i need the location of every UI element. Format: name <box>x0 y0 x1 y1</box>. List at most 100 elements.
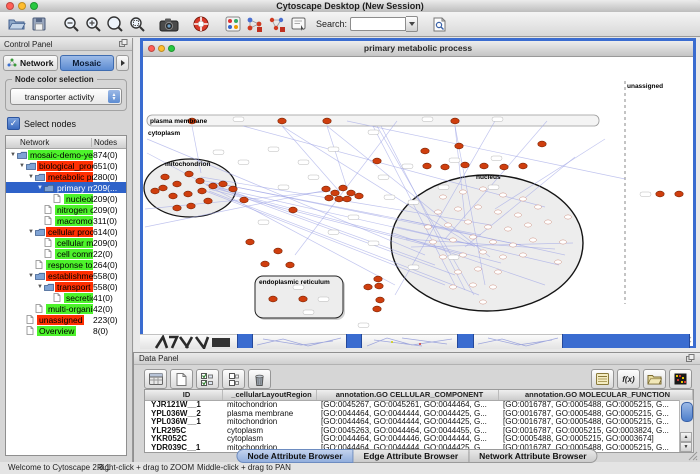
column-header-id[interactable]: ID <box>145 390 223 400</box>
tab-network[interactable]: Network <box>3 55 58 71</box>
tab-edge-attribute-browser[interactable]: Edge Attribute Browser <box>354 449 470 463</box>
search-config-icon[interactable] <box>428 14 450 34</box>
table-row-ypl036w-1[interactable]: YPL036W__1mitochondrion[GO:0044464, GO:0… <box>145 418 693 427</box>
tree-row-biological-process[interactable]: ▼biological_process651(0) <box>6 160 126 171</box>
disclosure-triangle-icon[interactable]: ▼ <box>36 284 44 290</box>
save-icon[interactable] <box>28 14 50 34</box>
help-lifebuoy-icon[interactable] <box>190 14 212 34</box>
tree-node-label: biological_process <box>37 161 93 171</box>
disclosure-triangle-icon[interactable]: ▼ <box>27 174 35 180</box>
node-selected <box>286 262 294 268</box>
disclosure-triangle-icon[interactable]: ▼ <box>9 152 17 158</box>
cytoscape-window: Cytoscape Desktop (New Session) <box>0 0 700 474</box>
plugin-network-a-icon[interactable] <box>244 14 266 34</box>
node-selected <box>455 143 463 149</box>
select-all-attributes-icon[interactable] <box>196 369 219 389</box>
table-row-ypl036w-2[interactable]: YPL036W__2plasma membrane[GO:0044464, GO… <box>145 410 693 419</box>
more-tabs-arrow-icon[interactable] <box>116 55 129 71</box>
tree-row-response-to-stimul[interactable]: response to stimul264(0) <box>6 259 126 270</box>
tree-row-mosaic-demo-yeast[interactable]: ▼mosaic-demo-yeast874(0) <box>6 149 126 160</box>
tree-row-unassigned[interactable]: unassigned223(0) <box>6 314 126 325</box>
control-panel-title: Control Panel <box>4 40 52 49</box>
tree-row-cell-communicat[interactable]: cell communicat22(0) <box>6 248 126 259</box>
disclosure-triangle-icon[interactable]: ▼ <box>27 229 35 235</box>
disclosure-triangle-icon[interactable]: ▼ <box>27 273 35 279</box>
attribute-table[interactable]: ID_cellularLayoutRegionannotation.GO CEL… <box>144 389 694 453</box>
table-scrollbar[interactable]: ▲ ▼ <box>679 400 693 452</box>
snapshot-camera-icon[interactable] <box>158 14 180 34</box>
node-unselected <box>510 243 517 247</box>
tree-row-nucleobase[interactable]: nucleobase-209(0) <box>6 193 126 204</box>
node-unselected <box>470 283 477 287</box>
tree-row-macromolecule[interactable]: macromolecule311(0) <box>6 215 126 226</box>
attribute-select-icon[interactable] <box>144 369 167 389</box>
node-selected <box>219 181 227 187</box>
node-unselected <box>480 250 487 254</box>
tree-row-transport[interactable]: ▼transport558(0) <box>6 281 126 292</box>
column-header-annotation-go-cellular-component[interactable]: annotation.GO CELLULAR_COMPONENT <box>317 390 499 400</box>
annotation-icon[interactable] <box>288 14 310 34</box>
node-selected <box>331 190 339 196</box>
window-title: Cytoscape Desktop (New Session) <box>0 0 700 12</box>
node-unselected <box>545 220 552 224</box>
network-canvas[interactable]: plasma membranecytoplasmmitochondrionnuc… <box>143 57 693 346</box>
node-label-pill <box>348 215 359 219</box>
float-panel-icon[interactable] <box>119 39 128 49</box>
zoom-selected-icon[interactable] <box>126 14 148 34</box>
plugin-grid-icon[interactable] <box>222 14 244 34</box>
tree-row-cellular-process[interactable]: ▼cellular process614(0) <box>6 226 126 237</box>
node-count: 558(0) <box>93 271 126 281</box>
open-icon[interactable] <box>6 14 28 34</box>
unselect-all-attributes-icon[interactable] <box>222 369 245 389</box>
tree-row-establishment-of-lo[interactable]: ▼ establishment of lo558(0) <box>6 270 126 281</box>
tab-network-label: Network <box>20 58 54 68</box>
node-unselected <box>495 270 502 274</box>
node-color-dropdown[interactable]: transporter activity ▲▼ <box>10 88 122 105</box>
zoom-fit-icon[interactable] <box>104 14 126 34</box>
node-unselected <box>520 253 527 257</box>
node-selected <box>373 306 381 312</box>
resize-grip-icon[interactable] <box>688 448 698 466</box>
node-label-pill <box>488 185 499 189</box>
scroll-up-icon[interactable]: ▲ <box>680 432 692 442</box>
tab-mosaic[interactable]: Mosaic <box>60 55 115 71</box>
zoom-out-icon[interactable] <box>60 14 82 34</box>
tab-node-attribute-browser[interactable]: Node Attribute Browser <box>236 449 353 463</box>
disclosure-triangle-icon[interactable]: ▼ <box>36 185 44 191</box>
tab-network-attribute-browser[interactable]: Network Attribute Browser <box>469 449 597 463</box>
tree-row-secretion[interactable]: secretion41(0) <box>6 292 126 303</box>
float-data-panel-icon[interactable] <box>686 354 695 364</box>
search-input[interactable] <box>350 17 406 31</box>
scrollbar-thumb[interactable] <box>681 402 693 422</box>
table-row-ykr052c[interactable]: YKR052Ccytoplasm[GO:0044464, GO:0044446,… <box>145 435 693 444</box>
tree-node-label: establishment of lo <box>46 271 93 281</box>
new-attribute-icon[interactable] <box>170 369 193 389</box>
node-selected <box>185 171 193 177</box>
load-attributes-icon[interactable] <box>643 369 666 389</box>
tree-row-nitrogen-compo[interactable]: nitrogen compo209(0) <box>6 204 126 215</box>
select-nodes-checkbox[interactable]: ✓ <box>7 117 20 130</box>
plugin-network-b-icon[interactable] <box>266 14 288 34</box>
node-label-pill <box>318 297 329 301</box>
column-header-annotation-go-molecular-function[interactable]: annotation.GO MOLECULAR_FUNCTION <box>499 390 693 400</box>
node-unselected <box>470 235 477 239</box>
column-header-cellularlayoutregion[interactable]: _cellularLayoutRegion <box>223 390 317 400</box>
node-unselected <box>530 238 537 242</box>
node-selected <box>538 141 546 147</box>
delete-attribute-icon[interactable] <box>248 369 271 389</box>
zoom-in-icon[interactable] <box>82 14 104 34</box>
formula-icon[interactable]: f(x) <box>617 369 640 389</box>
import-attributes-icon[interactable] <box>591 369 614 389</box>
disclosure-triangle-icon[interactable]: ▼ <box>18 163 26 169</box>
network-view-titlebar[interactable]: primary metabolic process <box>143 41 693 57</box>
search-dropdown-arrow-icon[interactable] <box>406 16 418 32</box>
tree-row-overview[interactable]: Overview8(0) <box>6 325 126 336</box>
table-row-ylr295c[interactable]: YLR295Ccytoplasm[GO:0045263, GO:0044464,… <box>145 427 693 436</box>
tree-row-metabolic-process[interactable]: ▼metabolic process280(0) <box>6 171 126 182</box>
matrix-view-icon[interactable] <box>669 369 692 389</box>
table-row-yjr121w-1[interactable]: YJR121W__1mitochondrion[GO:0045267, GO:0… <box>145 401 693 410</box>
tree-row-multi-organism-pro[interactable]: multi-organism pro42(0) <box>6 303 126 314</box>
tree-row-primary-metabo[interactable]: ▼primary metabo209(... <box>6 182 126 193</box>
tree-row-cellular-metabol[interactable]: cellular metabol209(0) <box>6 237 126 248</box>
cell: YPL036W__2 <box>145 410 223 419</box>
